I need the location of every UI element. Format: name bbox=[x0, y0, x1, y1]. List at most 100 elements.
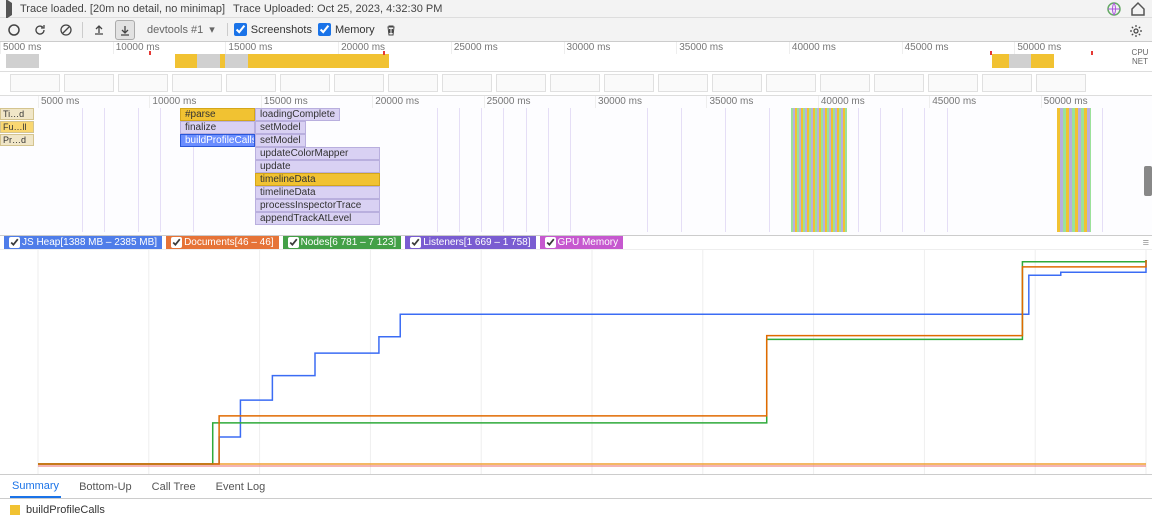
screenshot-thumb[interactable] bbox=[496, 74, 546, 92]
home-icon[interactable] bbox=[1130, 1, 1146, 17]
settings-button[interactable] bbox=[1126, 21, 1146, 41]
screenshot-thumb[interactable] bbox=[280, 74, 330, 92]
screenshots-label: Screenshots bbox=[251, 24, 312, 36]
target-selector[interactable]: devtools #1 ▾ bbox=[141, 23, 228, 36]
summary-row: buildProfileCalls bbox=[0, 499, 1152, 521]
status-bar: Trace loaded. [20m no detail, no minimap… bbox=[0, 0, 1152, 18]
flame-bar[interactable]: setModel bbox=[255, 134, 306, 147]
ruler-tick: 40000 ms bbox=[789, 42, 902, 54]
screenshot-thumb[interactable] bbox=[766, 74, 816, 92]
ruler-tick: 45000 ms bbox=[929, 96, 1040, 108]
cpu-label: CPU bbox=[1128, 48, 1152, 57]
memory-label: Memory bbox=[335, 24, 375, 36]
screenshot-thumb[interactable] bbox=[928, 74, 978, 92]
flame-bar[interactable]: finalize bbox=[180, 121, 255, 134]
tab-bottom-up[interactable]: Bottom-Up bbox=[77, 477, 134, 497]
flame-bar[interactable]: processInspectorTrace bbox=[255, 199, 380, 212]
ruler-tick: 20000 ms bbox=[338, 42, 451, 54]
overview-side-labels: CPU NET bbox=[1128, 42, 1152, 66]
screenshot-thumb[interactable] bbox=[64, 74, 114, 92]
ruler-tick: 5000 ms bbox=[38, 96, 149, 108]
screenshot-thumb[interactable] bbox=[658, 74, 708, 92]
ruler-tick: 45000 ms bbox=[902, 42, 1015, 54]
screenshot-thumb[interactable] bbox=[442, 74, 492, 92]
screenshots-strip[interactable] bbox=[0, 72, 1152, 96]
summary-swatch bbox=[10, 505, 20, 515]
track-label[interactable]: Ti…d bbox=[0, 108, 34, 120]
screenshot-thumb[interactable] bbox=[820, 74, 870, 92]
screenshot-thumb[interactable] bbox=[172, 74, 222, 92]
screenshot-thumb[interactable] bbox=[118, 74, 168, 92]
ruler-tick: 15000 ms bbox=[261, 96, 372, 108]
details-tabs: Summary Bottom-Up Call Tree Event Log bbox=[0, 475, 1152, 499]
legend-nodes[interactable]: Nodes[6 781 – 7 123] bbox=[283, 236, 402, 249]
tab-summary[interactable]: Summary bbox=[10, 476, 61, 498]
flame-bar[interactable]: appendTrackAtLevel bbox=[255, 212, 380, 225]
target-selector-label: devtools #1 bbox=[147, 24, 203, 36]
flame-bar[interactable]: update bbox=[255, 160, 380, 173]
tab-call-tree[interactable]: Call Tree bbox=[150, 477, 198, 497]
screenshot-thumb[interactable] bbox=[712, 74, 762, 92]
flame-bar[interactable]: timelineData bbox=[255, 186, 380, 199]
flame-stack[interactable]: #parseloadingCompletefinalizesetModelbui… bbox=[180, 108, 380, 225]
memory-menu-icon[interactable]: ≡ bbox=[1143, 237, 1148, 249]
clear-button[interactable] bbox=[56, 20, 76, 40]
ruler-tick: 35000 ms bbox=[676, 42, 789, 54]
status-trace-loaded: Trace loaded. [20m no detail, no minimap… bbox=[20, 3, 225, 15]
screenshot-thumb[interactable] bbox=[604, 74, 654, 92]
globe-icon[interactable] bbox=[1106, 1, 1122, 17]
ruler-tick: 25000 ms bbox=[484, 96, 595, 108]
ruler-tick: 10000 ms bbox=[149, 96, 260, 108]
legend-listeners[interactable]: Listeners[1 669 – 1 758] bbox=[405, 236, 535, 249]
summary-selected-name: buildProfileCalls bbox=[26, 504, 105, 516]
chevron-down-icon: ▾ bbox=[209, 23, 215, 36]
track-label[interactable]: Fu…ll bbox=[0, 121, 34, 133]
tab-event-log[interactable]: Event Log bbox=[214, 477, 268, 497]
record-button[interactable] bbox=[4, 20, 24, 40]
screenshot-thumb[interactable] bbox=[982, 74, 1032, 92]
memory-chart[interactable] bbox=[0, 250, 1152, 475]
flame-bar[interactable]: updateColorMapper bbox=[255, 147, 380, 160]
flame-bar[interactable]: setModel bbox=[255, 121, 306, 134]
toolbar: devtools #1 ▾ Screenshots Memory bbox=[0, 18, 1152, 42]
ruler-tick: 30000 ms bbox=[564, 42, 677, 54]
overview-ruler[interactable]: 5000 ms10000 ms15000 ms20000 ms25000 ms3… bbox=[0, 42, 1152, 72]
ruler-tick: 50000 ms bbox=[1041, 96, 1152, 108]
memory-checkbox[interactable] bbox=[318, 23, 331, 36]
play-icon bbox=[6, 3, 12, 15]
status-trace-uploaded: Trace Uploaded: Oct 25, 2023, 4:32:30 PM bbox=[233, 3, 442, 15]
screenshot-thumb[interactable] bbox=[10, 74, 60, 92]
flame-bar[interactable]: buildProfileCalls bbox=[180, 134, 255, 147]
flame-chart[interactable]: 5000 ms10000 ms15000 ms20000 ms25000 ms 3… bbox=[0, 96, 1152, 236]
screenshots-checkbox[interactable] bbox=[234, 23, 247, 36]
ruler-tick: 5000 ms bbox=[0, 42, 113, 54]
legend-js-heap[interactable]: JS Heap[1388 MB – 2385 MB] bbox=[4, 236, 162, 249]
legend-gpu[interactable]: GPU Memory bbox=[540, 236, 624, 249]
screenshot-thumb[interactable] bbox=[550, 74, 600, 92]
screenshot-thumb[interactable] bbox=[874, 74, 924, 92]
screenshot-thumb[interactable] bbox=[1036, 74, 1086, 92]
screenshots-checkbox-wrap[interactable]: Screenshots bbox=[234, 23, 312, 36]
screenshot-thumb[interactable] bbox=[226, 74, 276, 92]
flame-bar[interactable]: #parse bbox=[180, 108, 255, 121]
track-label[interactable]: Pr…d bbox=[0, 134, 34, 146]
ruler-tick: 20000 ms bbox=[372, 96, 483, 108]
garbage-collect-button[interactable] bbox=[381, 20, 401, 40]
memory-legend: JS Heap[1388 MB – 2385 MB] Documents[46 … bbox=[0, 236, 1152, 250]
download-button[interactable] bbox=[115, 20, 135, 40]
flame-bar[interactable]: timelineData bbox=[255, 173, 380, 186]
net-label: NET bbox=[1128, 57, 1152, 66]
upload-button[interactable] bbox=[89, 20, 109, 40]
ruler-tick: 50000 ms bbox=[1014, 42, 1127, 54]
screenshot-thumb[interactable] bbox=[388, 74, 438, 92]
ruler-tick: 35000 ms bbox=[706, 96, 817, 108]
legend-documents[interactable]: Documents[46 – 46] bbox=[166, 236, 279, 249]
screenshot-thumb[interactable] bbox=[334, 74, 384, 92]
reload-button[interactable] bbox=[30, 20, 50, 40]
ruler-tick: 10000 ms bbox=[113, 42, 226, 54]
ruler-tick: 15000 ms bbox=[225, 42, 338, 54]
ruler-tick: 40000 ms bbox=[818, 96, 929, 108]
memory-checkbox-wrap[interactable]: Memory bbox=[318, 23, 375, 36]
flame-bar[interactable]: loadingComplete bbox=[255, 108, 340, 121]
scrollbar-thumb[interactable] bbox=[1144, 166, 1152, 196]
